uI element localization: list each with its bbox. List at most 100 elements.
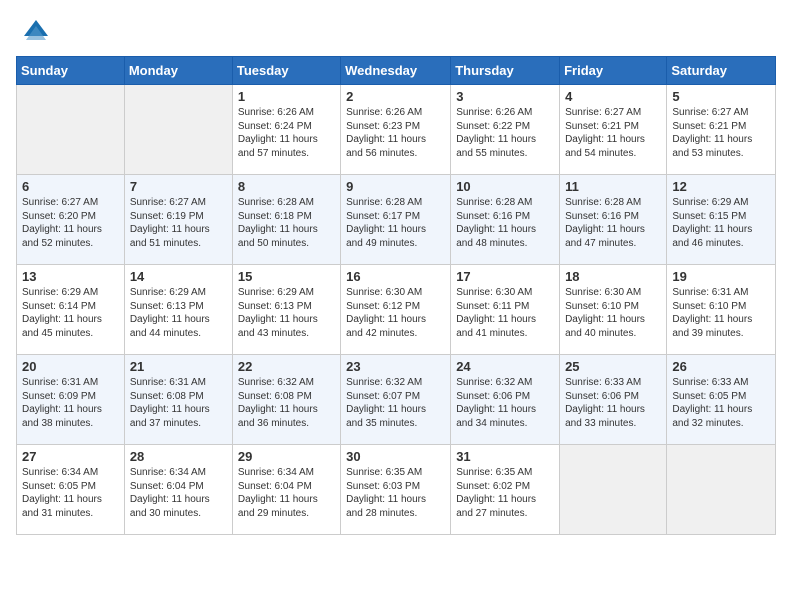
calendar-cell xyxy=(124,85,232,175)
day-info: Sunrise: 6:31 AM Sunset: 6:09 PM Dayligh… xyxy=(22,376,119,430)
calendar-cell xyxy=(667,445,776,535)
day-number: 24 xyxy=(456,359,554,374)
day-info: Sunrise: 6:32 AM Sunset: 6:06 PM Dayligh… xyxy=(456,376,554,430)
calendar-cell: 13 Sunrise: 6:29 AM Sunset: 6:14 PM Dayli… xyxy=(17,265,125,355)
day-info: Sunrise: 6:34 AM Sunset: 6:04 PM Dayligh… xyxy=(238,466,335,520)
calendar-cell xyxy=(560,445,667,535)
calendar-cell: 1 Sunrise: 6:26 AM Sunset: 6:24 PM Daylig… xyxy=(232,85,340,175)
day-info: Sunrise: 6:32 AM Sunset: 6:07 PM Dayligh… xyxy=(346,376,445,430)
calendar-body: 1 Sunrise: 6:26 AM Sunset: 6:24 PM Daylig… xyxy=(17,85,776,535)
day-number: 29 xyxy=(238,449,335,464)
day-number: 28 xyxy=(130,449,227,464)
day-number: 19 xyxy=(672,269,770,284)
calendar-week-row: 1 Sunrise: 6:26 AM Sunset: 6:24 PM Daylig… xyxy=(17,85,776,175)
day-number: 11 xyxy=(565,179,661,194)
day-number: 3 xyxy=(456,89,554,104)
day-info: Sunrise: 6:27 AM Sunset: 6:21 PM Dayligh… xyxy=(565,106,661,160)
calendar-cell: 29 Sunrise: 6:34 AM Sunset: 6:04 PM Dayli… xyxy=(232,445,340,535)
day-info: Sunrise: 6:29 AM Sunset: 6:13 PM Dayligh… xyxy=(238,286,335,340)
day-info: Sunrise: 6:26 AM Sunset: 6:24 PM Dayligh… xyxy=(238,106,335,160)
calendar-week-row: 6Sunrise: 6:27 AM Sunset: 6:20 PM Daylig… xyxy=(17,175,776,265)
calendar-week-row: 27 Sunrise: 6:34 AM Sunset: 6:05 PM Dayli… xyxy=(17,445,776,535)
day-info: Sunrise: 6:26 AM Sunset: 6:22 PM Dayligh… xyxy=(456,106,554,160)
calendar-cell: 15 Sunrise: 6:29 AM Sunset: 6:13 PM Dayli… xyxy=(232,265,340,355)
calendar-cell: 14 Sunrise: 6:29 AM Sunset: 6:13 PM Dayli… xyxy=(124,265,232,355)
day-number: 14 xyxy=(130,269,227,284)
calendar-header-wednesday: Wednesday xyxy=(341,57,451,85)
day-info: Sunrise: 6:29 AM Sunset: 6:15 PM Dayligh… xyxy=(672,196,770,250)
day-number: 7 xyxy=(130,179,227,194)
day-info: Sunrise: 6:28 AM Sunset: 6:18 PM Dayligh… xyxy=(238,196,335,250)
calendar-cell: 6Sunrise: 6:27 AM Sunset: 6:20 PM Daylig… xyxy=(17,175,125,265)
calendar-cell: 4 Sunrise: 6:27 AM Sunset: 6:21 PM Daylig… xyxy=(560,85,667,175)
calendar-header-tuesday: Tuesday xyxy=(232,57,340,85)
calendar-cell: 16Sunrise: 6:30 AM Sunset: 6:12 PM Dayli… xyxy=(341,265,451,355)
calendar-cell: 2Sunrise: 6:26 AM Sunset: 6:23 PM Daylig… xyxy=(341,85,451,175)
day-number: 6 xyxy=(22,179,119,194)
calendar-cell: 19 Sunrise: 6:31 AM Sunset: 6:10 PM Dayli… xyxy=(667,265,776,355)
day-number: 18 xyxy=(565,269,661,284)
day-number: 15 xyxy=(238,269,335,284)
day-number: 10 xyxy=(456,179,554,194)
calendar-cell: 21 Sunrise: 6:31 AM Sunset: 6:08 PM Dayli… xyxy=(124,355,232,445)
calendar-cell: 28 Sunrise: 6:34 AM Sunset: 6:04 PM Dayli… xyxy=(124,445,232,535)
calendar-header-sunday: Sunday xyxy=(17,57,125,85)
calendar-cell: 10 Sunrise: 6:28 AM Sunset: 6:16 PM Dayli… xyxy=(451,175,560,265)
day-number: 21 xyxy=(130,359,227,374)
calendar-cell: 23 Sunrise: 6:32 AM Sunset: 6:07 PM Dayli… xyxy=(341,355,451,445)
calendar-header-saturday: Saturday xyxy=(667,57,776,85)
calendar-cell: 20 Sunrise: 6:31 AM Sunset: 6:09 PM Dayli… xyxy=(17,355,125,445)
day-number: 9 xyxy=(346,179,445,194)
day-number: 27 xyxy=(22,449,119,464)
day-info: Sunrise: 6:28 AM Sunset: 6:16 PM Dayligh… xyxy=(565,196,661,250)
day-info: Sunrise: 6:30 AM Sunset: 6:11 PM Dayligh… xyxy=(456,286,554,340)
calendar-cell: 5 Sunrise: 6:27 AM Sunset: 6:21 PM Daylig… xyxy=(667,85,776,175)
day-number: 25 xyxy=(565,359,661,374)
calendar-week-row: 20 Sunrise: 6:31 AM Sunset: 6:09 PM Dayli… xyxy=(17,355,776,445)
day-info: Sunrise: 6:34 AM Sunset: 6:05 PM Dayligh… xyxy=(22,466,119,520)
day-number: 1 xyxy=(238,89,335,104)
calendar-cell: 22Sunrise: 6:32 AM Sunset: 6:08 PM Dayli… xyxy=(232,355,340,445)
calendar-cell: 7Sunrise: 6:27 AM Sunset: 6:19 PM Daylig… xyxy=(124,175,232,265)
day-info: Sunrise: 6:33 AM Sunset: 6:06 PM Dayligh… xyxy=(565,376,661,430)
calendar-header-row: SundayMondayTuesdayWednesdayThursdayFrid… xyxy=(17,57,776,85)
day-number: 5 xyxy=(672,89,770,104)
day-number: 23 xyxy=(346,359,445,374)
day-info: Sunrise: 6:28 AM Sunset: 6:16 PM Dayligh… xyxy=(456,196,554,250)
day-info: Sunrise: 6:29 AM Sunset: 6:13 PM Dayligh… xyxy=(130,286,227,340)
day-number: 13 xyxy=(22,269,119,284)
day-info: Sunrise: 6:31 AM Sunset: 6:10 PM Dayligh… xyxy=(672,286,770,340)
calendar-cell: 18Sunrise: 6:30 AM Sunset: 6:10 PM Dayli… xyxy=(560,265,667,355)
day-number: 22 xyxy=(238,359,335,374)
calendar-cell: 11 Sunrise: 6:28 AM Sunset: 6:16 PM Dayli… xyxy=(560,175,667,265)
calendar-cell: 8 Sunrise: 6:28 AM Sunset: 6:18 PM Daylig… xyxy=(232,175,340,265)
calendar-header-thursday: Thursday xyxy=(451,57,560,85)
day-number: 4 xyxy=(565,89,661,104)
calendar-header-monday: Monday xyxy=(124,57,232,85)
calendar-cell xyxy=(17,85,125,175)
calendar-cell: 25 Sunrise: 6:33 AM Sunset: 6:06 PM Dayli… xyxy=(560,355,667,445)
day-info: Sunrise: 6:35 AM Sunset: 6:03 PM Dayligh… xyxy=(346,466,445,520)
page-header xyxy=(16,16,776,48)
day-info: Sunrise: 6:27 AM Sunset: 6:21 PM Dayligh… xyxy=(672,106,770,160)
calendar-cell: 12Sunrise: 6:29 AM Sunset: 6:15 PM Dayli… xyxy=(667,175,776,265)
day-number: 17 xyxy=(456,269,554,284)
day-info: Sunrise: 6:29 AM Sunset: 6:14 PM Dayligh… xyxy=(22,286,119,340)
calendar-cell: 31Sunrise: 6:35 AM Sunset: 6:02 PM Dayli… xyxy=(451,445,560,535)
logo xyxy=(16,16,52,48)
day-number: 8 xyxy=(238,179,335,194)
day-info: Sunrise: 6:35 AM Sunset: 6:02 PM Dayligh… xyxy=(456,466,554,520)
day-info: Sunrise: 6:34 AM Sunset: 6:04 PM Dayligh… xyxy=(130,466,227,520)
day-info: Sunrise: 6:31 AM Sunset: 6:08 PM Dayligh… xyxy=(130,376,227,430)
day-info: Sunrise: 6:28 AM Sunset: 6:17 PM Dayligh… xyxy=(346,196,445,250)
calendar-table: SundayMondayTuesdayWednesdayThursdayFrid… xyxy=(16,56,776,535)
day-info: Sunrise: 6:30 AM Sunset: 6:12 PM Dayligh… xyxy=(346,286,445,340)
day-info: Sunrise: 6:33 AM Sunset: 6:05 PM Dayligh… xyxy=(672,376,770,430)
calendar-cell: 26Sunrise: 6:33 AM Sunset: 6:05 PM Dayli… xyxy=(667,355,776,445)
day-number: 20 xyxy=(22,359,119,374)
calendar-week-row: 13 Sunrise: 6:29 AM Sunset: 6:14 PM Dayli… xyxy=(17,265,776,355)
day-info: Sunrise: 6:26 AM Sunset: 6:23 PM Dayligh… xyxy=(346,106,445,160)
logo-icon xyxy=(20,16,52,48)
calendar-cell: 17 Sunrise: 6:30 AM Sunset: 6:11 PM Dayli… xyxy=(451,265,560,355)
calendar-cell: 3 Sunrise: 6:26 AM Sunset: 6:22 PM Daylig… xyxy=(451,85,560,175)
